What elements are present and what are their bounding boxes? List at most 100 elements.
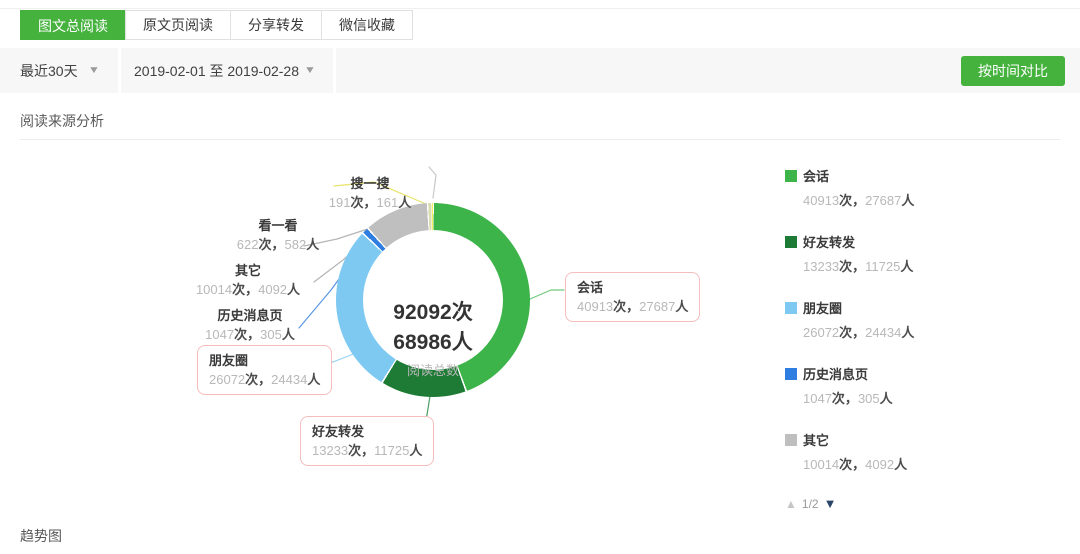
callout-values: 26072次，24434人: [209, 372, 320, 387]
value-unit: 人: [901, 193, 914, 208]
callout-values: 13233次，11725人: [312, 443, 422, 458]
legend-page-down-icon[interactable]: ▼: [824, 496, 837, 511]
value-number: 27687: [865, 193, 901, 208]
callout-values: 622次，582人: [218, 237, 338, 252]
value-number: 11725: [374, 443, 409, 458]
tab-total-reads[interactable]: 图文总阅读: [20, 10, 126, 40]
range-dropdown-label: 最近30天: [20, 61, 78, 81]
legend-item[interactable]: 其它 10014次，4092人: [785, 430, 995, 473]
callout-values: 40913次，27687人: [577, 299, 688, 314]
total-readers-value: 68986人: [363, 326, 503, 356]
value-number: 191: [329, 195, 351, 210]
chevron-down-icon: ▼: [87, 65, 99, 76]
value-unit: 人: [282, 327, 295, 342]
callout-name: 好友转发: [312, 424, 422, 439]
total-reads-caption: 阅读总数: [363, 360, 503, 379]
value-number: 622: [237, 237, 259, 252]
value-unit: 人: [900, 259, 913, 274]
read-source-donut-chart[interactable]: 92092次 68986人 阅读总数: [336, 203, 530, 397]
legend-item-values: 1047次，305人: [803, 388, 995, 407]
legend-color-swatch: [785, 302, 797, 314]
section-title-trend: 趋势图: [20, 526, 62, 546]
legend-item-label: 好友转发: [803, 232, 855, 251]
value-number: 24434: [865, 325, 901, 340]
value-unit: 次，: [245, 372, 271, 387]
analytics-tabbar: 图文总阅读 原文页阅读 分享转发 微信收藏: [20, 10, 413, 40]
legend-item-values: 26072次，24434人: [803, 322, 995, 341]
value-number: 10014: [803, 457, 839, 472]
callout-souyisou: 搜一搜 191次，161人: [305, 176, 435, 210]
callout-values: 1047次，305人: [185, 327, 315, 342]
value-number: 305: [260, 327, 282, 342]
value-unit: 次，: [232, 282, 258, 297]
section-divider: [20, 139, 1060, 140]
callout-name: 看一看: [218, 218, 338, 233]
value-unit: 人: [880, 391, 893, 406]
legend-item-values: 10014次，4092人: [803, 454, 995, 473]
value-number: 1047: [803, 391, 832, 406]
callout-name: 会话: [577, 280, 688, 295]
value-unit: 次，: [839, 325, 865, 340]
value-number: 161: [377, 195, 399, 210]
value-number: 40913: [577, 299, 613, 314]
legend-page-up-icon[interactable]: ▲: [785, 497, 797, 511]
legend-item-label: 其它: [803, 430, 829, 449]
legend-item-head: 历史消息页: [785, 364, 995, 383]
filter-bar-right: 按时间对比: [336, 48, 1080, 93]
value-number: 1047: [205, 327, 234, 342]
legend-item-head: 朋友圈: [785, 298, 995, 317]
value-number: 11725: [865, 259, 900, 274]
tab-share-forward[interactable]: 分享转发: [230, 10, 322, 40]
legend-color-swatch: [785, 368, 797, 380]
legend-item-label: 会话: [803, 166, 829, 185]
range-dropdown[interactable]: 最近30天 ▼: [0, 48, 118, 93]
section-title-read-source: 阅读来源分析: [20, 111, 104, 131]
chart-legend: 会话40913次，27687人好友转发13233次，11725人朋友圈26072…: [785, 166, 995, 511]
callout-haoyouzhuanfa: 好友转发 13233次，11725人: [300, 416, 434, 466]
legend-items: 会话40913次，27687人好友转发13233次，11725人朋友圈26072…: [785, 166, 995, 473]
value-unit: 次，: [839, 193, 865, 208]
value-unit: 次，: [258, 237, 284, 252]
value-number: 24434: [271, 372, 307, 387]
callout-name: 朋友圈: [209, 353, 320, 368]
legend-item-label: 历史消息页: [803, 364, 868, 383]
tab-original-page-reads[interactable]: 原文页阅读: [125, 10, 231, 40]
legend-item[interactable]: 历史消息页 1047次，305人: [785, 364, 995, 407]
value-number: 26072: [209, 372, 245, 387]
donut-center: 92092次 68986人 阅读总数: [363, 230, 503, 370]
legend-item[interactable]: 好友转发 13233次，11725人: [785, 232, 995, 275]
legend-item-values: 40913次，27687人: [803, 190, 995, 209]
value-unit: 次，: [350, 195, 376, 210]
legend-item-head: 会话: [785, 166, 995, 185]
callout-name: 搜一搜: [305, 176, 435, 191]
legend-item-values: 13233次，11725人: [803, 256, 995, 275]
legend-item[interactable]: 会话 40913次，27687人: [785, 166, 995, 209]
value-number: 13233: [803, 259, 839, 274]
connector-huihua: [530, 290, 564, 299]
read-source-chart-area: 92092次 68986人 阅读总数 搜一搜 191次，161人 看一看 622…: [0, 150, 1080, 480]
value-unit: 次，: [613, 299, 639, 314]
value-unit: 人: [398, 195, 411, 210]
value-number: 40913: [803, 193, 839, 208]
legend-color-swatch: [785, 170, 797, 182]
value-unit: 人: [409, 443, 422, 458]
value-number: 10014: [196, 282, 232, 297]
callout-values: 191次，161人: [305, 195, 435, 210]
legend-item[interactable]: 朋友圈 26072次，24434人: [785, 298, 995, 341]
value-unit: 次，: [839, 457, 865, 472]
value-unit: 人: [894, 457, 907, 472]
value-number: 4092: [258, 282, 287, 297]
callout-lishixiaoxiye: 历史消息页 1047次，305人: [185, 308, 315, 342]
compare-by-time-button[interactable]: 按时间对比: [961, 56, 1065, 86]
value-unit: 人: [287, 282, 300, 297]
callout-kanyikan: 看一看 622次，582人: [218, 218, 338, 252]
value-unit: 人: [306, 237, 319, 252]
legend-pagination: ▲ 1/2 ▼: [785, 496, 995, 511]
callout-pengyouquan: 朋友圈 26072次，24434人: [197, 345, 332, 395]
tab-wechat-favorites[interactable]: 微信收藏: [321, 10, 413, 40]
value-unit: 次，: [839, 259, 865, 274]
legend-item-head: 其它: [785, 430, 995, 449]
value-unit: 次，: [832, 391, 858, 406]
value-unit: 人: [307, 372, 320, 387]
date-range-dropdown[interactable]: 2019-02-01 至 2019-02-28 ▼: [121, 48, 333, 93]
